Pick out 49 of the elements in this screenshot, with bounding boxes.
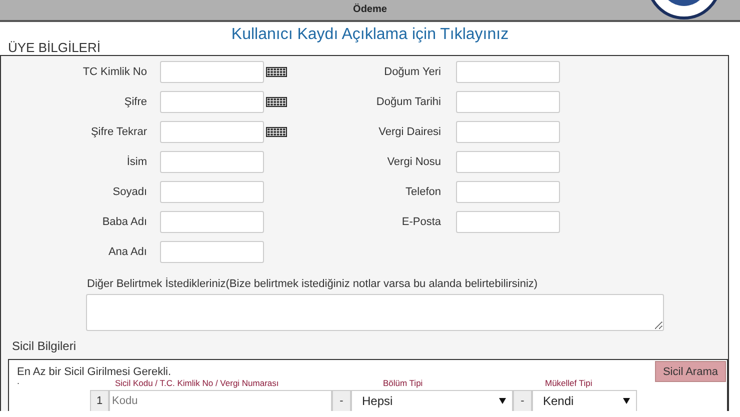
notes-label: Diğer Belirtmek İstedikleriniz(Bize belirtmek istediğiniz notlar varsa bu alanda belirtebilirsiniz) — [87, 278, 538, 290]
caret-icon — [499, 398, 506, 404]
section-title: ÜYE BİLGİLERİ — [8, 41, 100, 54]
text-input[interactable] — [456, 211, 560, 233]
field-label: Vergi Dairesi — [378, 126, 441, 138]
registry-search-button[interactable]: Sicil Arama — [654, 361, 726, 382]
column-header: Mükellef Tipi — [545, 378, 592, 388]
section-select[interactable]: Hepsi — [351, 390, 513, 411]
field-label: Şifre — [123, 96, 147, 108]
text-input[interactable] — [160, 121, 264, 143]
row-number: 1 — [90, 390, 109, 411]
text-input[interactable] — [160, 91, 264, 113]
text-input[interactable] — [456, 91, 560, 113]
field-label: Doğum Yeri — [383, 66, 441, 78]
code-input[interactable]: Kodu — [109, 390, 332, 411]
field-label: İsim — [126, 156, 147, 168]
dot-marker: . — [17, 376, 20, 386]
text-input[interactable] — [456, 61, 560, 83]
keyboard-icon[interactable] — [266, 97, 287, 107]
text-input[interactable] — [160, 181, 264, 203]
text-input[interactable] — [160, 241, 264, 263]
text-input[interactable] — [160, 151, 264, 173]
field-label: Şifre Tekrar — [90, 126, 147, 138]
registry-title: Sicil Bilgileri — [12, 339, 76, 353]
requirement-message: En Az bir Sicil Girilmesi Gerekli. — [17, 366, 172, 378]
taxpayer-select[interactable]: Kendi — [532, 390, 637, 411]
text-input[interactable] — [160, 61, 264, 83]
nav-link[interactable]: Ödeme — [353, 4, 387, 15]
caret-icon — [623, 398, 630, 404]
info-link[interactable]: Kullanıcı Kaydı Açıklama için Tıklayınız — [231, 26, 509, 44]
field-label: E-Posta — [400, 216, 441, 228]
text-input[interactable] — [456, 151, 560, 173]
field-label: Vergi Nosu — [386, 156, 441, 168]
column-header: Bölüm Tipi — [383, 378, 424, 388]
field-label: Baba Adı — [101, 216, 147, 228]
keyboard-icon[interactable] — [266, 127, 287, 137]
keyboard-icon[interactable] — [266, 67, 287, 77]
text-input[interactable] — [456, 121, 560, 143]
field-label: Soyadı — [112, 186, 147, 198]
field-label: Ana Adı — [107, 246, 147, 258]
text-input[interactable] — [160, 211, 264, 233]
field-label: Doğum Tarihi — [375, 96, 441, 108]
notes-textarea[interactable] — [86, 294, 664, 331]
separator: - — [513, 390, 532, 411]
column-header: Sicil Kodu / T.C. Kimlik No / Vergi Numarası — [115, 378, 280, 388]
field-label: TC Kimlik No — [82, 66, 147, 78]
field-label: Telefon — [404, 186, 441, 198]
text-input[interactable] — [456, 181, 560, 203]
separator: - — [332, 390, 351, 411]
